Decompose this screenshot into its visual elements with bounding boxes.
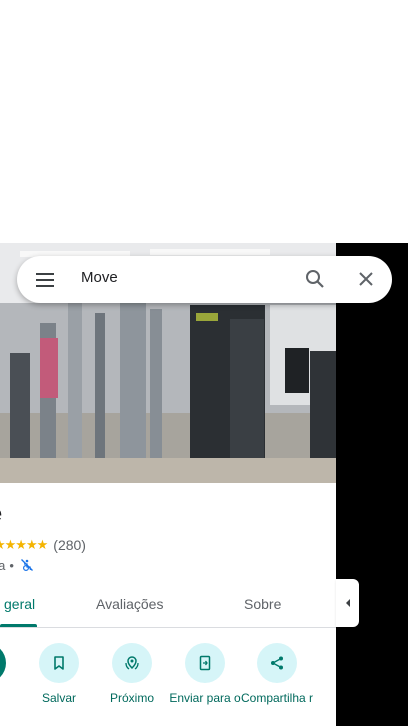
nearby-button[interactable]: Próximo bbox=[92, 643, 172, 705]
close-icon[interactable] bbox=[354, 267, 378, 291]
place-category: nia bbox=[0, 557, 6, 573]
rating-stars: ★★★★★ bbox=[0, 537, 48, 552]
save-label: Salvar bbox=[41, 691, 76, 705]
search-bar: Move bbox=[17, 256, 392, 303]
tab-reviews[interactable]: Avaliações bbox=[96, 596, 163, 612]
place-panel: e ★★★★★ (280) nia • geral Avaliações Sob… bbox=[0, 243, 336, 726]
nearby-label: Próximo bbox=[109, 691, 154, 705]
category-row: nia • bbox=[0, 557, 34, 573]
share-label: Compartilha r bbox=[240, 691, 314, 705]
collapse-panel-button[interactable] bbox=[336, 579, 359, 627]
search-input[interactable]: Move bbox=[81, 269, 118, 286]
tab-about[interactable]: Sobre bbox=[244, 596, 281, 612]
review-count: (280) bbox=[53, 537, 86, 553]
nearby-icon bbox=[125, 656, 139, 670]
rating-row[interactable]: ★★★★★ (280) bbox=[0, 537, 86, 553]
menu-icon[interactable] bbox=[33, 268, 57, 292]
active-tab-indicator bbox=[0, 624, 37, 627]
share-icon bbox=[271, 656, 283, 670]
send-to-phone-button[interactable]: Enviar para o bbox=[165, 643, 245, 705]
action-buttons: s Salvar Pr bbox=[0, 643, 336, 726]
place-title: e bbox=[0, 501, 2, 527]
send-to-phone-icon bbox=[199, 655, 211, 671]
page: e ★★★★★ (280) nia • geral Avaliações Sob… bbox=[0, 0, 408, 726]
save-button[interactable]: Salvar bbox=[19, 643, 99, 705]
place-tabs: geral Avaliações Sobre bbox=[0, 586, 336, 628]
tab-overview[interactable]: geral bbox=[4, 596, 35, 612]
directions-icon bbox=[0, 643, 6, 683]
map-area[interactable] bbox=[336, 243, 408, 726]
search-icon[interactable] bbox=[303, 267, 327, 291]
separator-dot: • bbox=[9, 557, 14, 573]
bookmark-icon bbox=[54, 656, 64, 670]
caret-left-icon bbox=[345, 599, 350, 607]
share-button[interactable]: Compartilha r bbox=[237, 643, 317, 705]
send-to-phone-label: Enviar para o bbox=[169, 691, 241, 705]
not-accessible-icon bbox=[20, 559, 33, 572]
